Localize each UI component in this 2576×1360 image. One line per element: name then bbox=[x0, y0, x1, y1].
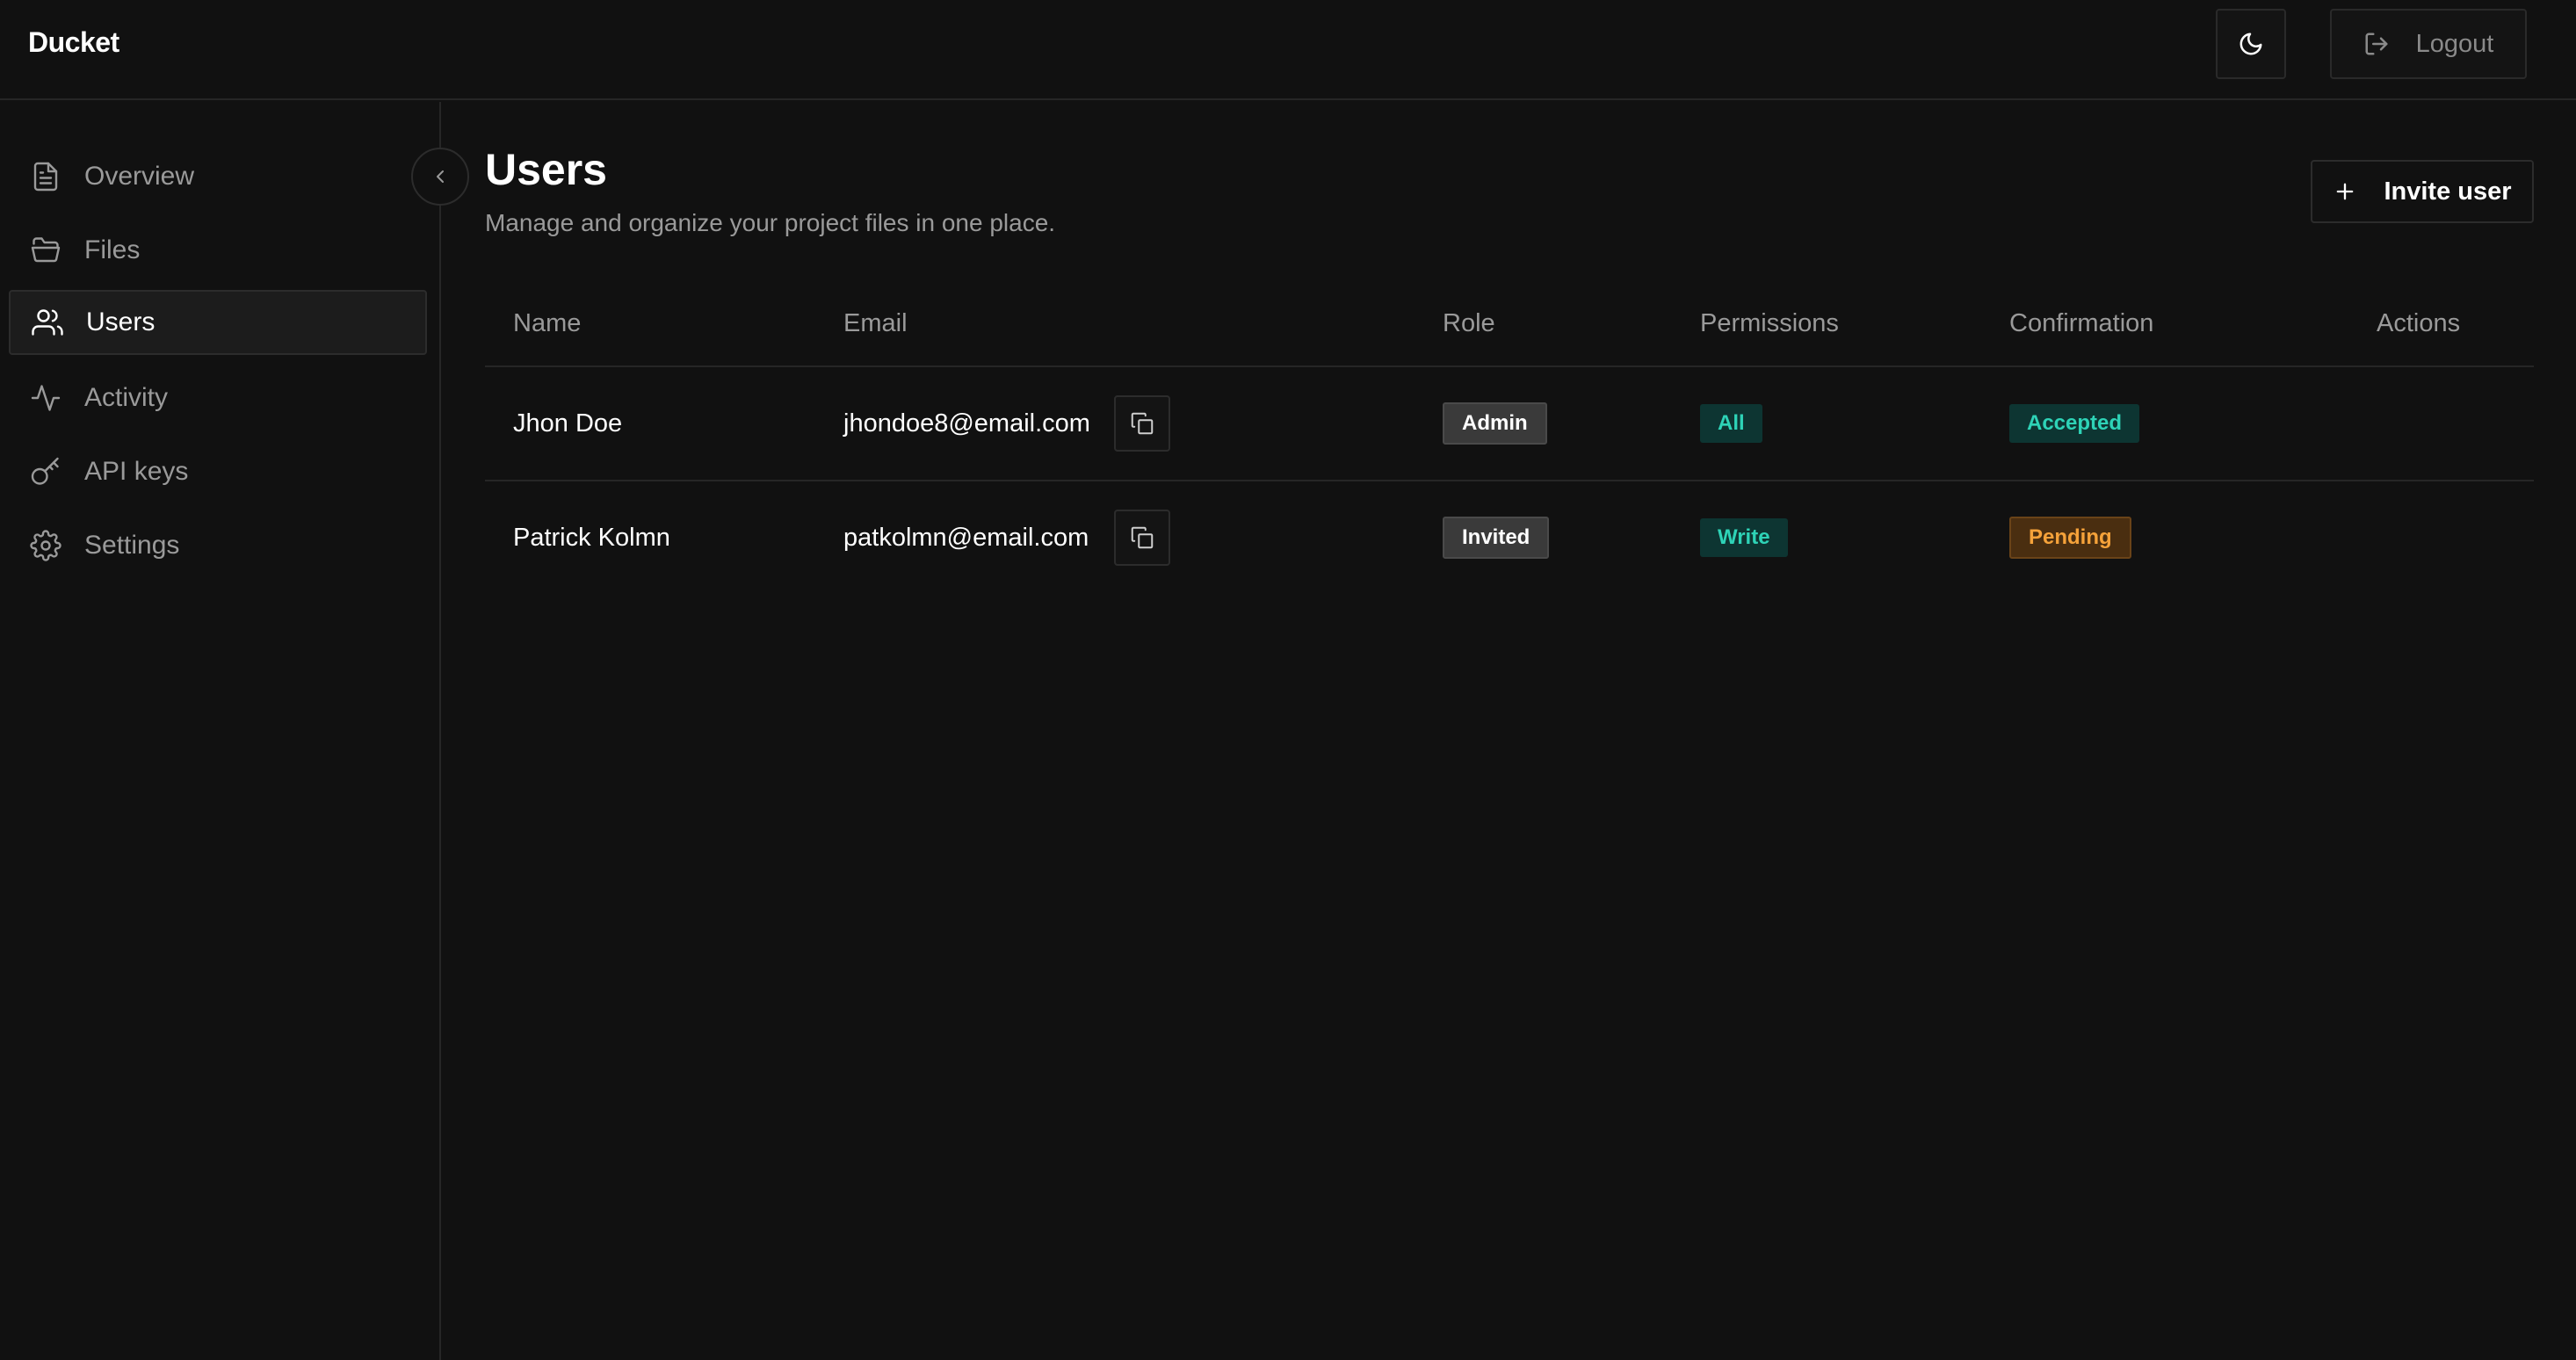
page-title: Users bbox=[485, 145, 607, 194]
sidebar-item-users[interactable]: Users bbox=[9, 290, 427, 355]
column-header-name: Name bbox=[513, 309, 582, 337]
table-row: Patrick Kolmn patkolmn@email.com Invited… bbox=[485, 481, 2534, 596]
gear-icon bbox=[30, 530, 62, 561]
table-row: Jhon Doe jhondoe8@email.com Admin All Ac… bbox=[485, 367, 2534, 481]
column-header-confirmation: Confirmation bbox=[2009, 309, 2154, 337]
users-icon bbox=[32, 309, 63, 336]
sidebar-collapse-button[interactable] bbox=[411, 148, 469, 206]
sidebar-item-label: Users bbox=[86, 307, 156, 336]
theme-toggle-button[interactable] bbox=[2216, 9, 2286, 79]
moon-icon bbox=[2240, 33, 2262, 55]
key-icon bbox=[31, 457, 59, 485]
logout-icon bbox=[2365, 33, 2388, 55]
sidebar: Overview Files Users Activity API keys S… bbox=[0, 102, 441, 1360]
activity-icon bbox=[31, 385, 61, 411]
sidebar-item-label: Files bbox=[84, 235, 141, 264]
plus-icon bbox=[2337, 183, 2354, 200]
copy-email-button[interactable] bbox=[1114, 510, 1170, 566]
sidebar-item-api-keys[interactable]: API keys bbox=[9, 439, 427, 504]
logout-button[interactable]: Logout bbox=[2330, 9, 2527, 79]
copy-email-button[interactable] bbox=[1114, 395, 1170, 452]
role-badge: Invited bbox=[1443, 517, 1550, 559]
invite-user-label: Invite user bbox=[2384, 177, 2512, 206]
sidebar-item-settings[interactable]: Settings bbox=[9, 513, 427, 578]
page-subtitle: Manage and organize your project files i… bbox=[485, 209, 1056, 236]
table-header: Name Email Role Permissions Confirmation… bbox=[485, 290, 2534, 367]
sidebar-item-activity[interactable]: Activity bbox=[9, 365, 427, 430]
user-email: patkolmn@email.com bbox=[843, 523, 1089, 552]
user-email: jhondoe8@email.com bbox=[843, 409, 1090, 438]
sidebar-item-label: API keys bbox=[84, 457, 189, 486]
permissions-badge: Write bbox=[1700, 518, 1788, 557]
sidebar-item-label: Activity bbox=[84, 383, 169, 412]
logout-label: Logout bbox=[2415, 29, 2494, 58]
top-bar: Ducket Logout bbox=[0, 0, 2576, 100]
column-header-email: Email bbox=[843, 309, 908, 337]
column-header-role: Role bbox=[1443, 309, 1495, 337]
confirmation-badge: Pending bbox=[2009, 517, 2131, 559]
role-badge: Admin bbox=[1443, 402, 1547, 445]
user-name: Patrick Kolmn bbox=[513, 523, 670, 552]
copy-icon bbox=[1131, 412, 1154, 435]
role-cell: Admin bbox=[1443, 367, 1547, 480]
sidebar-item-label: Overview bbox=[84, 162, 195, 191]
column-header-permissions: Permissions bbox=[1700, 309, 1839, 337]
user-name: Jhon Doe bbox=[513, 409, 623, 438]
role-cell: Invited bbox=[1443, 481, 1550, 594]
folder-icon bbox=[31, 237, 61, 263]
confirmation-cell: Accepted bbox=[2009, 367, 2140, 480]
sidebar-item-files[interactable]: Files bbox=[9, 218, 427, 283]
brand-logo[interactable]: Ducket bbox=[28, 26, 119, 59]
invite-user-button[interactable]: Invite user bbox=[2311, 160, 2534, 223]
users-table: Name Email Role Permissions Confirmation… bbox=[485, 290, 2534, 596]
confirmation-cell: Pending bbox=[2009, 481, 2131, 594]
file-icon bbox=[33, 162, 58, 192]
permissions-cell: Write bbox=[1700, 481, 1788, 594]
confirmation-badge: Accepted bbox=[2009, 404, 2140, 443]
chevron-left-icon bbox=[437, 170, 444, 183]
sidebar-item-overview[interactable]: Overview bbox=[9, 144, 427, 209]
copy-icon bbox=[1131, 526, 1154, 549]
permissions-badge: All bbox=[1700, 404, 1762, 443]
column-header-actions: Actions bbox=[2377, 309, 2461, 337]
sidebar-item-label: Settings bbox=[84, 531, 180, 560]
permissions-cell: All bbox=[1700, 367, 1762, 480]
